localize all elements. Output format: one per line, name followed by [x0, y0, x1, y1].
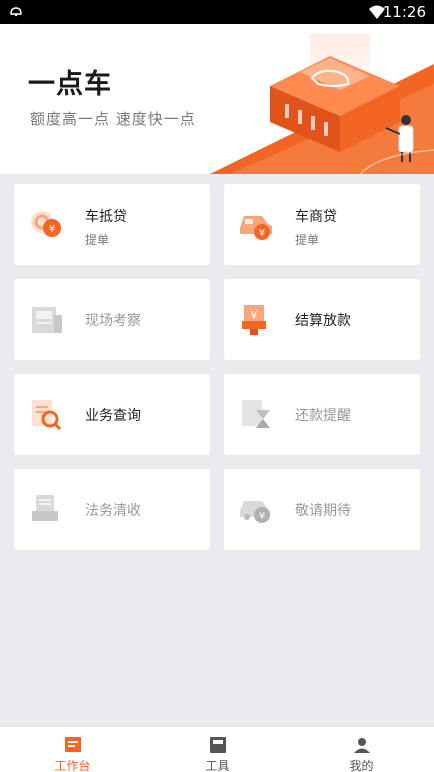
card-legal-collection[interactable]: 法务清收: [14, 469, 210, 550]
tab-workbench[interactable]: 工作台: [0, 727, 145, 772]
workbench-icon: [64, 737, 81, 752]
tab-label: 我的: [349, 759, 374, 772]
legal-collection-icon: [32, 495, 58, 521]
card-label: 车商贷: [295, 209, 337, 225]
card-label: 还款提醒: [295, 408, 351, 424]
hero-illustration: [210, 34, 434, 174]
card-onsite-inspection[interactable]: 现场考察: [14, 279, 210, 360]
svg-text:¥: ¥: [49, 224, 55, 235]
card-label: 车抵贷: [85, 209, 127, 225]
hero-banner: 一点车 额度高一点 速度快一点: [0, 24, 434, 174]
svg-text:¥: ¥: [259, 228, 265, 239]
card-coming-soon[interactable]: ¥ 敬请期待: [224, 469, 420, 550]
business-query-icon: [32, 400, 62, 431]
card-sub-label: 提单: [85, 233, 110, 247]
card-settlement[interactable]: ¥ 结算放款: [224, 279, 420, 360]
tab-tools[interactable]: 工具: [145, 727, 290, 772]
card-business-query[interactable]: 业务查询: [14, 374, 210, 455]
status-bar: 11:26: [0, 0, 434, 24]
svg-text:¥: ¥: [251, 309, 258, 322]
settlement-icon: ¥: [242, 305, 266, 335]
repayment-reminder-icon: [242, 400, 270, 428]
tools-icon: [209, 737, 226, 753]
onsite-inspection-icon: [32, 307, 62, 333]
app-title: 一点车: [28, 69, 112, 100]
tab-label: 工具: [205, 759, 230, 772]
profile-icon: [353, 738, 370, 753]
card-label: 业务查询: [85, 408, 141, 424]
bottom-tab-bar: 工作台 工具 我的: [0, 726, 434, 772]
app-slogan: 额度高一点 速度快一点: [30, 110, 196, 128]
notification-icon: [10, 7, 22, 17]
card-label: 结算放款: [295, 313, 351, 329]
coming-soon-icon: ¥: [240, 501, 270, 523]
tab-label: 工作台: [54, 759, 91, 772]
card-dealer-loan[interactable]: ¥ 车商贷 提单: [224, 184, 420, 265]
card-label: 法务清收: [85, 503, 141, 519]
car-loan-icon: ¥: [31, 211, 61, 237]
svg-text:¥: ¥: [259, 511, 265, 522]
card-repayment-reminder[interactable]: 还款提醒: [224, 374, 420, 455]
dealer-loan-icon: ¥: [240, 216, 272, 240]
card-sub-label: 提单: [295, 233, 320, 247]
status-time: 11:26: [382, 3, 426, 21]
tab-profile[interactable]: 我的: [289, 727, 434, 772]
card-label: 敬请期待: [295, 503, 351, 519]
card-car-loan[interactable]: ¥ 车抵贷 提单: [14, 184, 210, 265]
card-label: 现场考察: [85, 313, 141, 329]
